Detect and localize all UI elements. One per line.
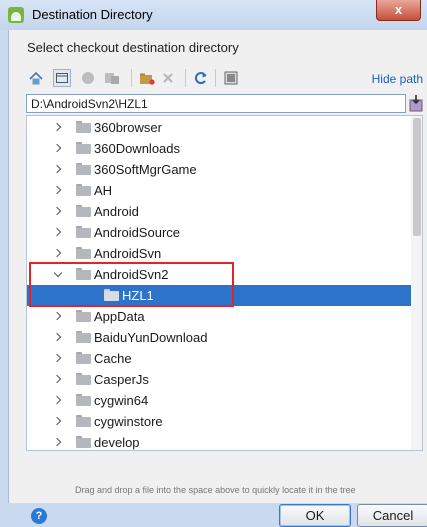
folder-icon [76,247,91,259]
tree-row[interactable]: BaiduYunDownload [27,327,412,348]
tree-item-label: AppData [94,309,145,324]
directory-tree[interactable]: 360browser 360Downloads 360SoftMgrGame AH An… [26,115,423,451]
folder-icon [76,310,91,322]
help-button[interactable]: ? [31,508,47,524]
tree-row[interactable]: CasperJs [27,369,412,390]
folder-icon [76,184,91,196]
expand-arrow-icon[interactable] [54,207,62,215]
tree-row[interactable]: cygwin64 [27,390,412,411]
dialog-prompt: Select checkout destination directory [27,40,239,55]
expand-arrow-icon[interactable] [54,354,62,362]
new-folder-icon[interactable] [131,69,158,87]
expand-arrow-icon[interactable] [54,165,62,173]
folder-icon [76,226,91,238]
toggle-hidden-files-icon[interactable] [215,69,242,87]
folder-icon [76,142,91,154]
expand-arrow-icon[interactable] [54,144,62,152]
drag-drop-hint: Drag and drop a file into the space abov… [75,485,356,495]
tree-row[interactable]: AndroidSvn2 [27,264,412,285]
tree-item-label: CasperJs [94,372,149,387]
tree-row[interactable]: develop [27,432,412,450]
tree-item-label: cygwinstore [94,414,163,429]
tree-item-label: develop [94,435,140,450]
tree-item-label: HZL1 [122,288,154,303]
tree-row[interactable]: 360browser [27,117,412,138]
expand-arrow-icon[interactable] [54,438,62,446]
title-bar: Destination Directory x [0,0,427,30]
tree-item-label: cygwin64 [94,393,149,408]
path-input[interactable]: D:\AndroidSvn2\HZL1 [26,94,406,113]
folder-icon [76,436,91,448]
folder-icon [76,163,91,175]
expand-arrow-icon[interactable] [54,228,62,236]
delete-icon[interactable] [159,69,177,87]
tree-item-label: AH [94,183,113,198]
toolbar: Hide path [27,69,427,89]
tree-item-label: Android [94,204,139,219]
tree-row[interactable]: 360Downloads [27,138,412,159]
tree-row[interactable]: AH [27,180,412,201]
refresh-icon[interactable] [185,69,212,87]
tree-item-label: AndroidSource [94,225,180,240]
collapse-arrow-icon[interactable] [54,270,62,278]
expand-arrow-icon[interactable] [54,417,62,425]
folder-icon [76,352,91,364]
tree-row[interactable]: AppData [27,306,412,327]
folder-icon [76,415,91,427]
cancel-button[interactable]: Cancel [357,504,427,527]
folder-icon [104,289,119,301]
android-studio-icon [8,7,24,23]
folder-icon [76,331,91,343]
expand-arrow-icon[interactable] [54,396,62,404]
tree-item-label: AndroidSvn [94,246,162,261]
close-button[interactable]: x [376,0,421,21]
expand-arrow-icon[interactable] [54,249,62,257]
folder-icon [76,121,91,133]
dialog-body: Select checkout destination directory Hi… [8,30,427,527]
expand-arrow-icon[interactable] [54,375,62,383]
tree-row-selected[interactable]: HZL1 [27,285,422,306]
tree-row[interactable]: AndroidSvn [27,243,412,264]
tree-scrollbar[interactable] [411,116,422,450]
tree-row[interactable]: Cache [27,348,412,369]
tree-item-label: BaiduYunDownload [94,330,208,345]
tree-item-label: 360Downloads [94,141,181,156]
folder-icon [76,394,91,406]
expand-arrow-icon[interactable] [54,333,62,341]
expand-arrow-icon[interactable] [54,123,62,131]
folder-icon [76,373,91,385]
folder-icon [76,205,91,217]
expand-arrow-icon[interactable] [54,312,62,320]
hide-path-link[interactable]: Hide path [372,72,423,86]
module-icon[interactable] [103,69,121,87]
tree-item-label: AndroidSvn2 [94,267,169,282]
tree-item-label: 360SoftMgrGame [94,162,197,177]
desktop-icon[interactable] [53,69,71,87]
path-history-icon[interactable] [409,95,423,112]
home-icon[interactable] [27,69,45,87]
ok-button[interactable]: OK [279,504,351,527]
tree-row[interactable]: 360SoftMgrGame [27,159,412,180]
android-icon[interactable] [79,69,97,87]
tree-row[interactable]: cygwinstore [27,411,412,432]
expand-arrow-icon[interactable] [54,186,62,194]
window-title: Destination Directory [32,7,153,22]
tree-row[interactable]: Android [27,201,412,222]
tree-item-label: 360browser [94,120,162,135]
folder-icon [76,268,91,280]
tree-row[interactable]: AndroidSource [27,222,412,243]
tree-scrollbar-thumb[interactable] [413,118,421,236]
tree-item-label: Cache [94,351,132,366]
